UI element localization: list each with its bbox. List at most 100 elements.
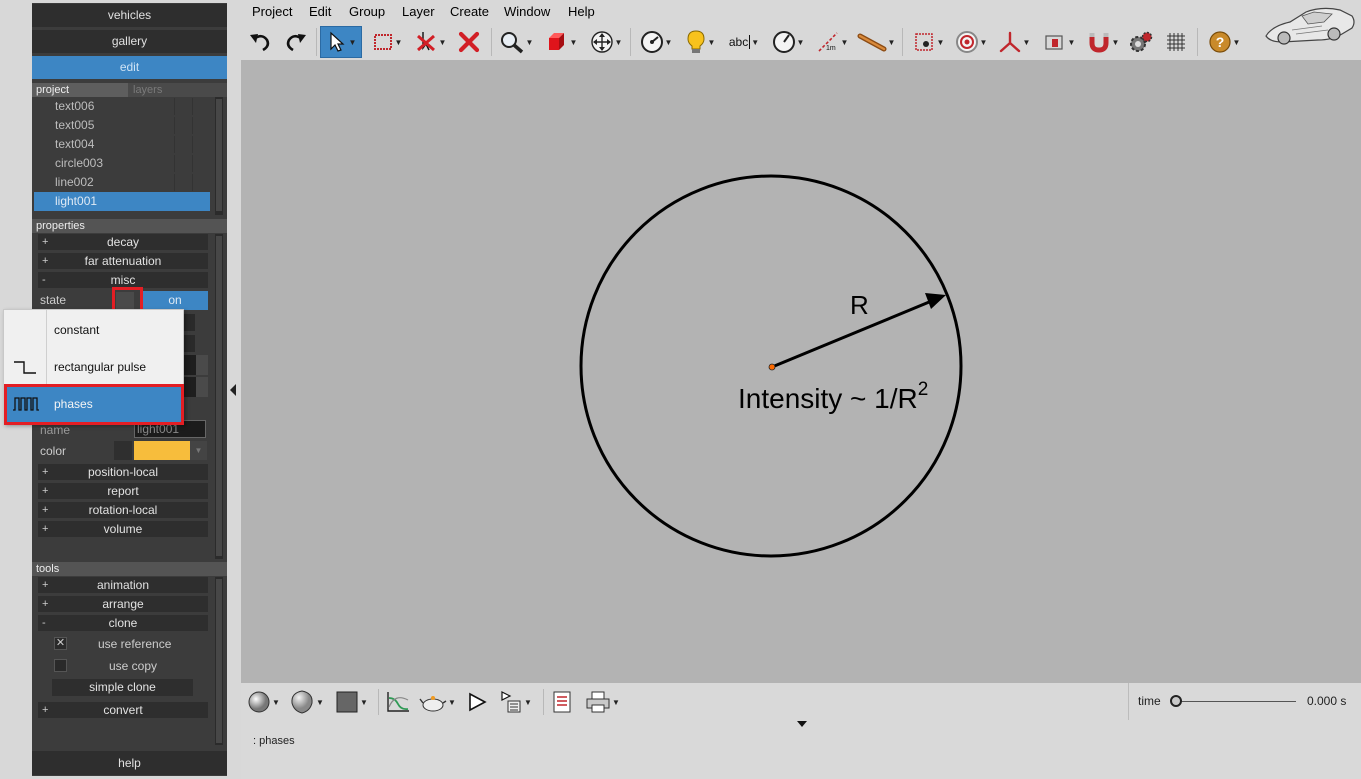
axes-button[interactable]: ▼ xyxy=(994,26,1034,58)
gallery-button[interactable]: gallery xyxy=(32,30,227,53)
help-button[interactable]: help xyxy=(32,751,227,775)
move-button[interactable]: ▼ xyxy=(586,26,626,58)
target-button[interactable]: ▼ xyxy=(951,26,991,58)
menu-help[interactable]: Help xyxy=(568,3,595,20)
axes-icon xyxy=(999,31,1020,53)
menu-window[interactable]: Window xyxy=(504,3,550,20)
measure-angle-button[interactable]: ▼ xyxy=(769,26,807,58)
zoom-button[interactable]: ▼ xyxy=(496,26,536,58)
grid-button[interactable] xyxy=(1162,26,1190,58)
magnet-button[interactable]: ▼ xyxy=(1083,26,1123,58)
rod-button[interactable]: ▼ xyxy=(855,26,897,58)
color-swatch[interactable] xyxy=(134,441,190,460)
help-tool-button[interactable]: ? ▼ xyxy=(1204,26,1244,58)
play-icon xyxy=(469,692,487,712)
properties-scrollbar[interactable] xyxy=(215,234,223,559)
deselect-button[interactable]: ▼ xyxy=(411,26,449,58)
state-mode-button[interactable] xyxy=(116,292,134,310)
print-button[interactable]: ▼ xyxy=(585,687,620,717)
project-scrollbar[interactable] xyxy=(215,97,223,215)
misc-section[interactable]: - misc xyxy=(38,272,208,288)
list-item-selected[interactable]: light001 xyxy=(34,192,210,211)
intensity-label[interactable]: Intensity ~ 1/R2 xyxy=(738,379,928,414)
volume-section[interactable]: + volume xyxy=(38,521,208,537)
time-slider-thumb[interactable] xyxy=(1170,695,1182,707)
viewport-canvas[interactable]: R Intensity ~ 1/R2 xyxy=(241,60,1361,683)
far-attenuation-section[interactable]: + far attenuation xyxy=(38,253,208,269)
popup-item-rectangular-pulse[interactable]: rectangular pulse xyxy=(4,349,183,385)
menu-layer[interactable]: Layer xyxy=(402,3,435,20)
delete-icon xyxy=(458,31,480,53)
tools-scrollbar[interactable] xyxy=(215,577,223,745)
collapse-panel-arrow-icon[interactable] xyxy=(230,384,236,396)
time-slider-track[interactable] xyxy=(1176,701,1296,702)
state-value-field[interactable]: on xyxy=(142,291,208,310)
fill-color-button[interactable]: ▼ xyxy=(335,687,368,717)
list-item[interactable]: line002 xyxy=(34,173,210,192)
item-label: line002 xyxy=(55,175,94,189)
item-label: text005 xyxy=(55,118,95,132)
menu-create[interactable]: Create xyxy=(450,3,489,20)
simple-clone-button[interactable]: simple clone xyxy=(52,679,193,696)
menu-project[interactable]: Project xyxy=(252,3,292,20)
tab-project[interactable]: project xyxy=(32,83,128,97)
arrange-section[interactable]: + arrange xyxy=(38,596,208,612)
camera-button[interactable]: ▼ xyxy=(419,687,456,717)
radius-label[interactable]: R xyxy=(850,290,869,320)
report-button[interactable] xyxy=(551,687,573,717)
redo-button[interactable] xyxy=(282,26,310,58)
list-item[interactable]: text004 xyxy=(34,135,210,154)
box-select-button[interactable]: ▼ xyxy=(367,26,407,58)
tab-layers[interactable]: layers xyxy=(129,83,209,97)
report-section[interactable]: + report xyxy=(38,483,208,499)
menu-edit[interactable]: Edit xyxy=(309,3,331,20)
clone-section[interactable]: - clone xyxy=(38,615,208,631)
list-item[interactable]: text006 xyxy=(34,97,210,116)
create-box-button[interactable]: ▼ xyxy=(541,26,581,58)
playlist-button[interactable]: ▼ xyxy=(499,687,532,717)
measure-distance-button[interactable]: 1m ▼ xyxy=(812,26,852,58)
settings-button[interactable] xyxy=(1126,26,1156,58)
convert-section[interactable]: + convert xyxy=(38,702,208,718)
render-button[interactable]: ▼ xyxy=(1039,26,1079,58)
svg-text:?: ? xyxy=(1215,34,1224,50)
expand-down-arrow-icon[interactable] xyxy=(797,721,807,727)
text-tool-button[interactable]: abc ▼ xyxy=(724,26,764,58)
section-label: position-local xyxy=(87,465,159,479)
play-button[interactable] xyxy=(466,687,488,717)
popup-item-phases[interactable]: phases xyxy=(4,386,183,422)
menu-group[interactable]: Group xyxy=(349,3,385,20)
color-dropdown-caret[interactable]: ▼ xyxy=(190,441,207,460)
delete-button[interactable] xyxy=(455,26,483,58)
scene-drawing[interactable]: R Intensity ~ 1/R2 xyxy=(241,60,1361,683)
vehicles-button[interactable]: vehicles xyxy=(32,4,227,27)
tools-header: tools xyxy=(32,562,227,576)
position-local-section[interactable]: + position-local xyxy=(38,464,208,480)
graph-button[interactable] xyxy=(385,687,411,717)
status-text: : phases xyxy=(253,735,295,747)
list-item[interactable]: circle003 xyxy=(34,154,210,173)
section-label: arrange xyxy=(102,597,144,611)
collapse-icon: - xyxy=(42,617,46,629)
panel-tabs: project layers xyxy=(32,83,227,97)
gauge-button[interactable]: ▼ xyxy=(636,26,676,58)
popup-item-constant[interactable]: constant xyxy=(4,312,183,348)
edit-button[interactable]: edit xyxy=(32,56,227,79)
decay-section[interactable]: + decay xyxy=(38,234,208,250)
light-source-point[interactable] xyxy=(768,363,776,371)
use-reference-checkbox[interactable]: ✕ xyxy=(54,637,67,650)
undo-button[interactable] xyxy=(246,26,274,58)
rotation-local-section[interactable]: + rotation-local xyxy=(38,502,208,518)
light-button[interactable]: ▼ xyxy=(681,26,719,58)
list-item[interactable]: text005 xyxy=(34,116,210,135)
item-label: light001 xyxy=(55,194,98,208)
use-copy-checkbox[interactable] xyxy=(54,659,67,672)
select-tool-button[interactable]: ▼ xyxy=(320,26,362,58)
selection-rect-icon xyxy=(373,34,392,50)
animation-section[interactable]: + animation xyxy=(38,577,208,593)
gear-icon xyxy=(1130,31,1153,52)
material-sphere-button[interactable]: ▼ xyxy=(247,687,280,717)
bounding-box-button[interactable]: ▼ xyxy=(908,26,948,58)
shader-button[interactable]: ▼ xyxy=(289,687,324,717)
color-mode-button[interactable] xyxy=(114,441,132,460)
